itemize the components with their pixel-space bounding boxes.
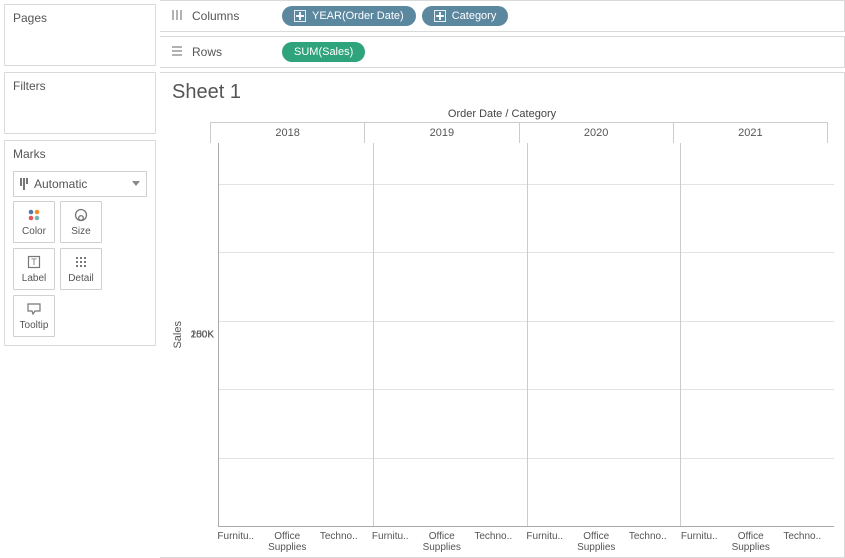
plot-area: Sales 0K50K100K150K200K250K: [170, 143, 834, 527]
expand-icon: [434, 10, 446, 22]
x-tick: Techno..: [777, 527, 829, 553]
sheet-title[interactable]: Sheet 1: [172, 81, 834, 104]
marks-dropdown-label: Automatic: [34, 177, 87, 191]
size-icon: [73, 207, 89, 223]
color-label: Color: [22, 226, 46, 237]
x-tick: Techno..: [468, 527, 520, 553]
x-tick: Furnitu..: [519, 527, 571, 553]
year-header[interactable]: 2021: [674, 122, 828, 143]
year-group: [373, 143, 527, 526]
pages-title: Pages: [5, 5, 155, 31]
year-header[interactable]: 2019: [365, 122, 519, 143]
filters-shelf[interactable]: Filters: [4, 72, 156, 134]
tooltip-button[interactable]: Tooltip: [13, 295, 55, 337]
color-button[interactable]: Color: [13, 201, 55, 243]
x-tick: Techno..: [622, 527, 674, 553]
x-tick: Office Supplies: [262, 527, 314, 553]
chart-canvas[interactable]: [218, 143, 834, 527]
x-tick: Furnitu..: [674, 527, 726, 553]
label-label: Label: [22, 273, 46, 284]
x-year-group: Furnitu..Office SuppliesTechno..: [519, 527, 674, 553]
size-button[interactable]: Size: [60, 201, 102, 243]
detail-button[interactable]: Detail: [60, 248, 102, 290]
year-headers: 2018201920202021: [210, 122, 828, 143]
color-icon: [26, 207, 42, 223]
year-group: [680, 143, 834, 526]
year-header[interactable]: 2020: [520, 122, 674, 143]
pages-shelf[interactable]: Pages: [4, 4, 156, 66]
size-label: Size: [71, 226, 90, 237]
bar-chart-icon: [20, 178, 28, 190]
tooltip-icon: [26, 301, 42, 317]
y-tick: 250K: [191, 330, 214, 341]
detail-label: Detail: [68, 273, 94, 284]
tooltip-label: Tooltip: [20, 320, 49, 331]
year-header[interactable]: 2018: [210, 122, 365, 143]
x-tick: Office Supplies: [571, 527, 623, 553]
x-tick-labels: Furnitu..Office SuppliesTechno..Furnitu.…: [210, 527, 828, 553]
pill-sum-sales[interactable]: SUM(Sales): [282, 42, 365, 62]
pill-year-order-date[interactable]: YEAR(Order Date): [282, 6, 416, 26]
columns-icon: [170, 8, 184, 25]
x-year-group: Furnitu..Office SuppliesTechno..: [365, 527, 520, 553]
chevron-down-icon: [132, 181, 140, 186]
filters-title: Filters: [5, 73, 155, 99]
app-root: Pages Filters Marks Automatic Color Size: [0, 0, 845, 558]
rows-icon: [170, 44, 184, 61]
x-year-group: Furnitu..Office SuppliesTechno..: [674, 527, 829, 553]
columns-label: Columns: [192, 9, 282, 23]
detail-icon: [73, 254, 89, 270]
y-axis: Sales 0K50K100K150K200K250K: [170, 143, 218, 527]
expand-icon: [294, 10, 306, 22]
panel-separator: [680, 143, 681, 526]
x-tick: Office Supplies: [416, 527, 468, 553]
marks-card: Marks Automatic Color Size T Label: [4, 140, 156, 346]
marks-buttons: Color Size T Label Detail Tooltip: [5, 201, 155, 337]
year-group: [527, 143, 681, 526]
x-tick: Furnitu..: [210, 527, 262, 553]
x-tick: Furnitu..: [365, 527, 417, 553]
year-group: [219, 143, 373, 526]
panel-separator: [527, 143, 528, 526]
rows-label: Rows: [192, 45, 282, 59]
marks-title: Marks: [5, 141, 155, 167]
panel-separator: [373, 143, 374, 526]
sidebar: Pages Filters Marks Automatic Color Size: [0, 0, 160, 558]
y-axis-label: Sales: [170, 321, 186, 349]
marks-type-dropdown[interactable]: Automatic: [13, 171, 147, 197]
columns-shelf[interactable]: Columns YEAR(Order Date) Category: [160, 0, 845, 32]
column-header-title: Order Date / Category: [170, 108, 834, 120]
svg-text:T: T: [31, 257, 37, 267]
x-tick: Office Supplies: [725, 527, 777, 553]
main: Columns YEAR(Order Date) Category Rows S…: [160, 0, 845, 558]
rows-shelf[interactable]: Rows SUM(Sales): [160, 36, 845, 68]
worksheet: Sheet 1 Order Date / Category 2018201920…: [160, 72, 845, 558]
label-button[interactable]: T Label: [13, 248, 55, 290]
x-tick: Techno..: [313, 527, 365, 553]
x-year-group: Furnitu..Office SuppliesTechno..: [210, 527, 365, 553]
pill-category[interactable]: Category: [422, 6, 509, 26]
label-icon: T: [26, 254, 42, 270]
